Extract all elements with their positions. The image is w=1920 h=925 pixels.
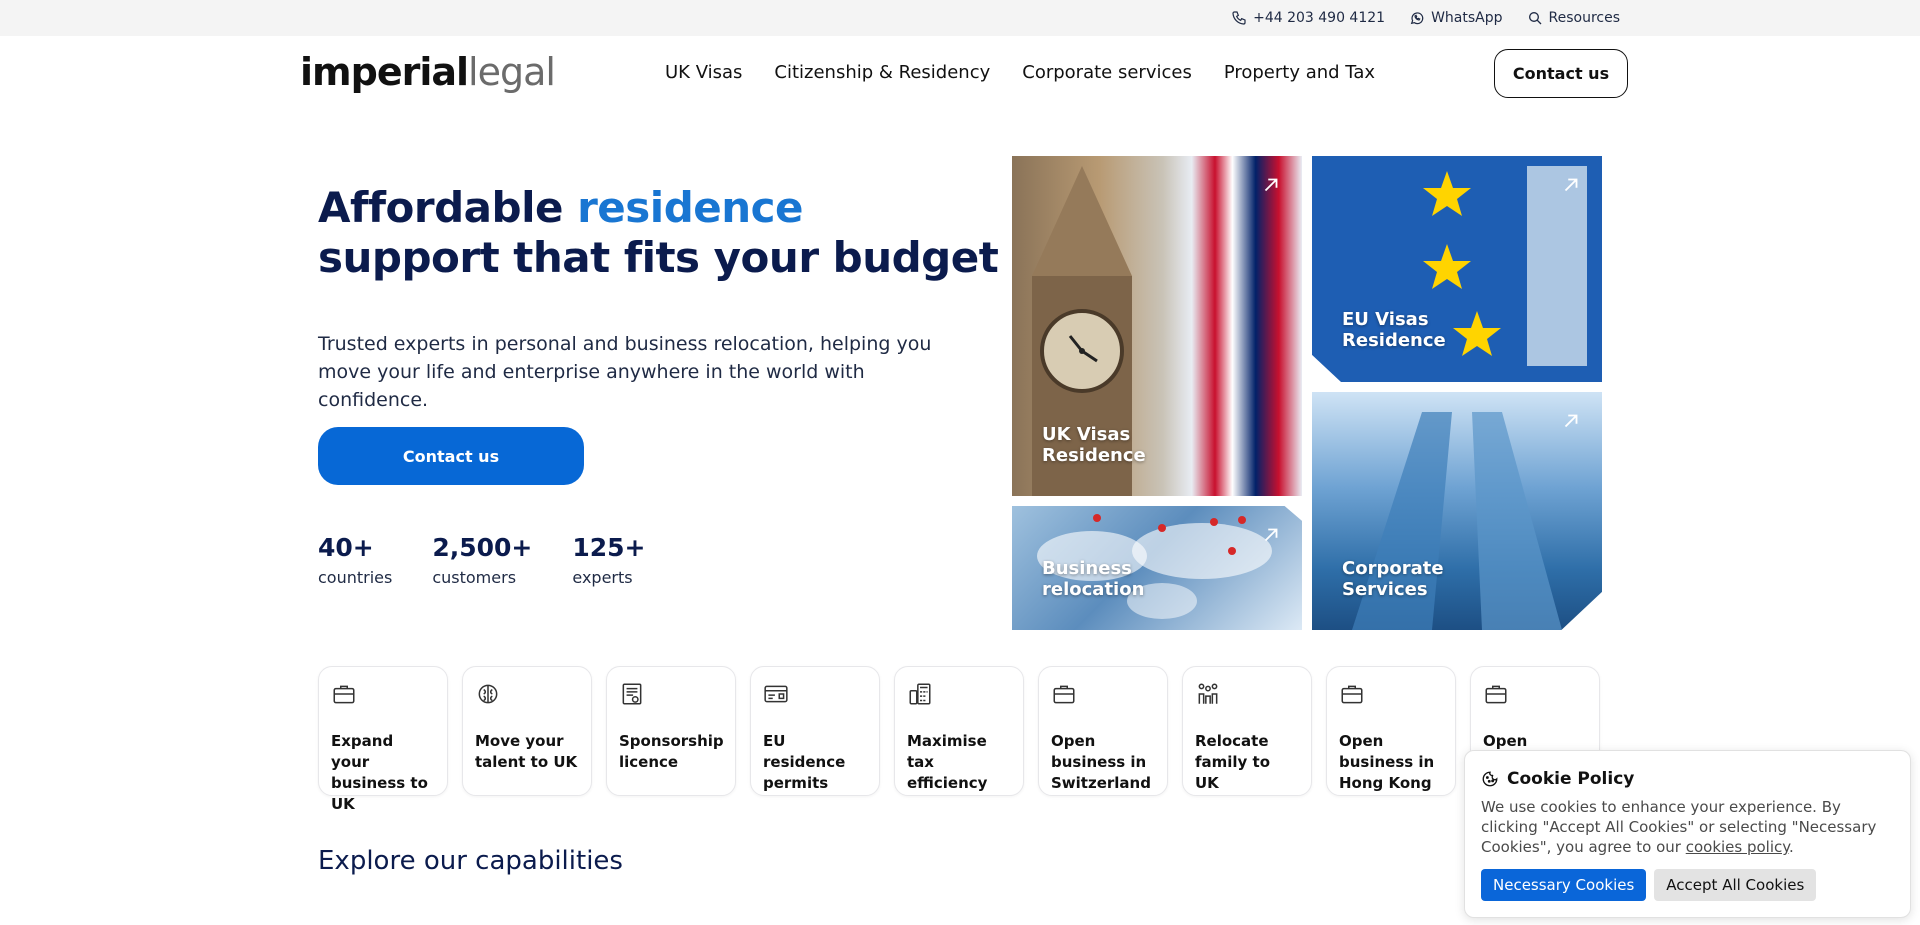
stats: 40+ countries 2,500+ customers 125+ expe… [318,532,646,587]
service-cards: Expand your business to UK Move your tal… [318,666,1600,813]
resources-label: Resources [1548,10,1621,26]
main-nav: UK Visas Citizenship & Residency Corpora… [665,62,1375,83]
topbar-links: +44 203 490 4121 WhatsApp Resources [1231,0,1620,36]
cookie-title: Cookie Policy [1507,769,1635,789]
stat-label: experts [572,568,633,587]
tile-eu-label: EU Visas Residence [1342,309,1446,351]
nav-item-property-tax[interactable]: Property and Tax [1224,62,1375,83]
header-contact-button[interactable]: Contact us [1494,49,1628,98]
tile-business-label: Business relocation [1042,558,1145,600]
card-open-business-switzerland[interactable]: Open business in Switzerland [1038,666,1168,796]
briefcase-icon [1341,685,1363,704]
card-title: Relocate family to UK [1195,732,1271,792]
card-relocate-family-uk[interactable]: Relocate family to UK [1182,666,1312,796]
top-utility-bar: +44 203 490 4121 WhatsApp Resources [0,0,1920,36]
stat-value: 2,500+ [432,533,533,562]
card-title: Maximise tax efficiency [907,732,988,792]
phone-link[interactable]: +44 203 490 4121 [1231,10,1385,26]
card-title: Open business in Hong Kong [1339,732,1435,792]
card-expand-business-uk[interactable]: Expand your business to UK [318,666,448,813]
card-title: Sponsorship licence [619,732,724,771]
nav-item-citizenship-residency[interactable]: Citizenship & Residency [774,62,990,83]
card-sponsorship-licence[interactable]: Sponsorship licence [606,666,736,796]
certificate-icon [622,683,642,705]
hero-title: Affordable residence support that fits y… [318,183,999,283]
necessary-cookies-button[interactable]: Necessary Cookies [1481,869,1647,901]
cookie-banner: Cookie Policy We use cookies to enhance … [1464,750,1911,918]
logo-light-text: legal [468,50,556,94]
logo[interactable]: imperiallegal [300,50,556,94]
arrow-up-right-icon [1564,414,1578,428]
cookie-text: We use cookies to enhance your experienc… [1481,797,1894,857]
accept-all-cookies-button[interactable]: Accept All Cookies [1654,869,1817,901]
stat-value: 125+ [572,533,646,562]
tile-corporate-services[interactable]: Corporate Services [1312,392,1602,630]
resources-link[interactable]: Resources [1527,10,1621,26]
explore-capabilities-heading: Explore our capabilities [318,846,623,876]
card-title: EU residence permits [763,732,846,792]
cookie-actions: Necessary Cookies Accept All Cookies [1481,869,1817,901]
cookie-icon [1482,771,1498,787]
cookie-description: We use cookies to enhance your experienc… [1481,798,1877,856]
whatsapp-label: WhatsApp [1431,10,1503,26]
tile-uk-label: UK Visas Residence [1042,424,1146,466]
site-header: imperiallegal UK Visas Citizenship & Res… [0,36,1920,112]
card-title: Expand your business to UK [331,732,428,813]
stat-countries: 40+ countries [318,532,392,587]
family-icon [1198,683,1218,704]
card-move-talent-uk[interactable]: Move your talent to UK [462,666,592,796]
card-title: Open business in Switzerland [1051,732,1151,792]
hero-title-part1: Affordable [318,183,578,232]
arrow-up-right-icon [1564,178,1578,192]
tile-business-relocation[interactable]: Business relocation [1012,506,1302,630]
hero-description: Trusted experts in personal and business… [318,333,932,411]
stat-label: customers [432,568,517,587]
nav-item-corporate-services[interactable]: Corporate services [1022,62,1192,83]
hero-contact-button[interactable]: Contact us [318,427,584,485]
hero-title-part2: support that fits your budget [318,233,999,282]
hero-title-accent: residence [577,183,804,232]
briefcase-icon [1053,685,1075,704]
tile-eu-visas[interactable]: EU Visas Residence [1312,156,1602,382]
brain-icon [478,684,498,704]
tile-corporate-label: Corporate Services [1342,558,1444,600]
tile-uk-visas[interactable]: UK Visas Residence [1012,156,1302,496]
briefcase-icon [333,685,355,704]
card-maximise-tax-efficiency[interactable]: Maximise tax efficiency [894,666,1024,796]
cookie-title-row: Cookie Policy [1481,769,1894,789]
phone-icon [1232,11,1246,25]
card-title: Move your talent to UK [475,732,578,771]
briefcase-icon [1485,685,1507,704]
cookie-text-end: . [1789,838,1794,856]
whatsapp-icon [1410,12,1424,25]
nav-item-uk-visas[interactable]: UK Visas [665,62,742,83]
phone-number: +44 203 490 4121 [1253,10,1386,26]
card-eu-residence-permits[interactable]: EU residence permits [750,666,880,796]
cookies-policy-link[interactable]: cookies policy [1686,838,1789,856]
id-card-icon [764,685,788,703]
card-open-business-hong-kong[interactable]: Open business in Hong Kong [1326,666,1456,796]
stat-customers: 2,500+ customers [432,532,532,587]
calculator-icon [909,683,931,705]
arrow-up-right-icon [1264,528,1278,542]
logo-bold-text: imperial [300,50,469,94]
whatsapp-link[interactable]: WhatsApp [1409,10,1503,26]
stat-experts: 125+ experts [572,532,645,587]
stat-value: 40+ [318,533,374,562]
search-icon [1528,12,1541,25]
stat-label: countries [318,568,393,587]
card-title: Open [1483,732,1528,750]
arrow-up-right-icon [1264,178,1278,192]
